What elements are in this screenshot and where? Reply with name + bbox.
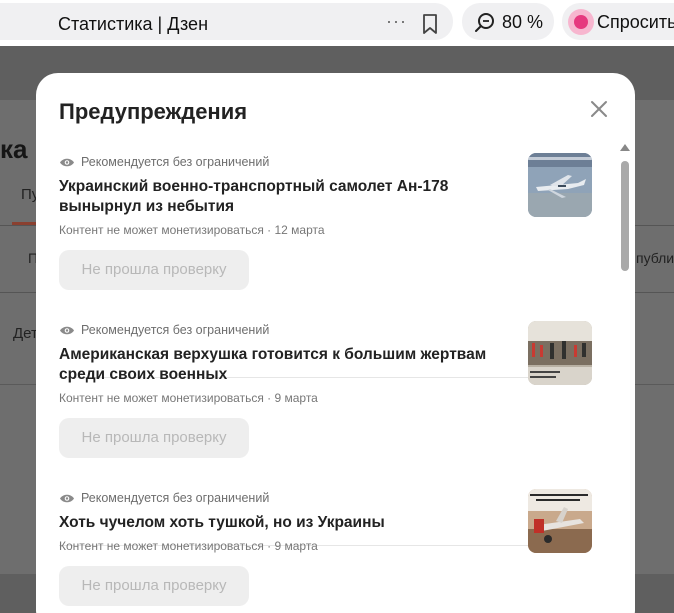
ask-label: Спросить [597,12,674,32]
background-column-header-publ: публи [636,250,674,266]
page-title: Статистика | Дзен [58,14,209,34]
item-title[interactable]: Украинский военно-транспортный самолет А… [59,177,489,217]
eye-icon [60,494,74,503]
zoom-level: 80 % [502,12,544,32]
eye-icon [60,158,74,167]
warnings-list: Рекомендуется без ограничений Украинский… [36,145,635,613]
ask-button[interactable]: Спросить [562,3,674,40]
item-title[interactable]: Хоть чучелом хоть тушкой, но из Украины [59,513,489,533]
item-title[interactable]: Американская верхушка готовится к больши… [59,345,489,385]
item-meta: Контент не может монетизироваться · 12 м… [59,223,325,237]
modal-title: Предупреждения [59,99,248,124]
zoom-icon [475,13,494,32]
failed-check-button[interactable]: Не прошла проверку [59,566,249,606]
more-options-icon[interactable]: ··· [386,11,407,32]
bookmark-icon[interactable] [420,13,440,35]
browser-toolbar: Статистика | Дзен ··· 80 % Спросить [0,0,674,46]
failed-check-button[interactable]: Не прошла проверку [59,418,249,458]
item-meta: Контент не может монетизироваться · 9 ма… [59,391,318,405]
aircraft-image [528,153,592,217]
article-thumbnail[interactable] [528,489,592,553]
list-item: Рекомендуется без ограничений Украинский… [59,153,592,305]
wreckage-image [528,489,592,553]
status-text: Рекомендуется без ограничений [81,155,270,169]
zoom-button[interactable]: 80 % [462,3,554,40]
status-text: Рекомендуется без ограничений [81,323,270,337]
ceremony-image [528,321,592,385]
list-item: Рекомендуется без ограничений Американск… [59,321,592,473]
article-thumbnail[interactable] [528,153,592,217]
background-row-label: Дет [13,325,38,342]
address-bar[interactable]: Статистика | Дзен ··· [0,3,453,40]
close-icon[interactable] [589,99,609,119]
warnings-modal: Предупреждения Рекомендуется без огранич… [36,73,635,613]
item-meta: Контент не может монетизироваться · 9 ма… [59,539,318,553]
list-item: Рекомендуется без ограничений Хоть чучел… [59,489,592,613]
article-thumbnail[interactable] [528,321,592,385]
status-text: Рекомендуется без ограничений [81,491,270,505]
failed-check-button[interactable]: Не прошла проверку [59,250,249,290]
eye-icon [60,326,74,335]
alice-icon [568,9,594,35]
